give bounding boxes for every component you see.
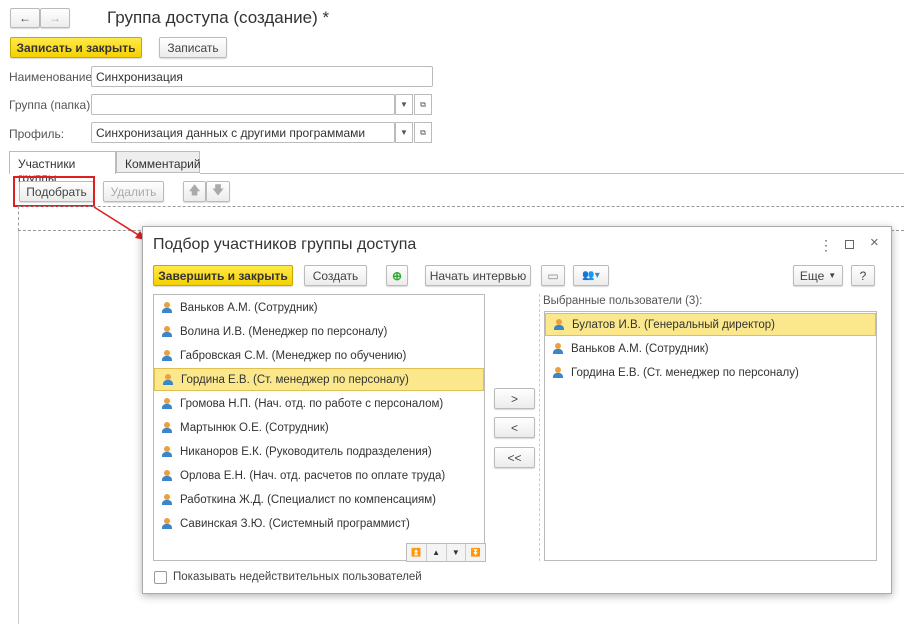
- list-item-label: Гордина Е.В. (Ст. менеджер по персоналу): [181, 373, 409, 386]
- list-item-label: Громова Н.П. (Нач. отд. по работе с перс…: [180, 397, 444, 410]
- list-item-label: Работкина Ж.Д. (Специалист по компенсаци…: [180, 493, 436, 506]
- user-icon: [162, 350, 172, 361]
- remove-all-button[interactable]: <<: [494, 447, 535, 468]
- list-item[interactable]: Мартынюк О.Е. (Сотрудник): [154, 416, 484, 439]
- help-button[interactable]: ?: [851, 265, 875, 286]
- scroll-last-button[interactable]: ⏬: [465, 544, 485, 561]
- list-item-label: Савинская З.Ю. (Системный программист): [180, 517, 410, 530]
- new-document-icon[interactable]: ⊕: [386, 265, 408, 286]
- dialog-title: Подбор участников группы доступа: [153, 236, 417, 253]
- list-item-label: Ваньков А.М. (Сотрудник): [180, 301, 318, 314]
- add-button[interactable]: >: [494, 388, 535, 409]
- user-icon: [163, 374, 173, 385]
- more-menu-icon[interactable]: ⋮: [819, 237, 833, 254]
- selected-users-label: Выбранные пользователи (3):: [543, 295, 703, 307]
- user-icon: [162, 326, 172, 337]
- list-item[interactable]: Булатов И.В. (Генеральный директор): [545, 313, 876, 336]
- list-item[interactable]: Савинская З.Ю. (Системный программист): [154, 512, 484, 535]
- user-icon: [162, 422, 172, 433]
- user-icon: [162, 302, 172, 313]
- user-icon: [162, 494, 172, 505]
- list-item[interactable]: Никаноров Е.К. (Руководитель подразделен…: [154, 440, 484, 463]
- list-item-label: Ваньков А.М. (Сотрудник): [571, 342, 709, 355]
- list-item[interactable]: Орлова Е.Н. (Нач. отд. расчетов по оплат…: [154, 464, 484, 487]
- user-icon: [553, 343, 563, 354]
- scroll-up-button[interactable]: ▲: [425, 544, 446, 561]
- more-button[interactable]: Еще ▼: [793, 265, 843, 286]
- maximize-icon[interactable]: [845, 240, 854, 249]
- list-item-label: Гордина Е.В. (Ст. менеджер по персоналу): [571, 366, 799, 379]
- list-nav: ⏫ ▲ ▼ ⏬: [406, 543, 486, 562]
- pick-dialog: Подбор участников группы доступа ⋮ × Зав…: [142, 226, 892, 594]
- more-label: Еще: [799, 268, 825, 283]
- list-item-label: Волина И.В. (Менеджер по персоналу): [180, 325, 388, 338]
- user-icon: [162, 518, 172, 529]
- finish-close-button[interactable]: Завершить и закрыть: [153, 265, 293, 286]
- user-icon: [553, 367, 563, 378]
- user-icon: [162, 470, 172, 481]
- list-item-label: Мартынюк О.Е. (Сотрудник): [180, 421, 329, 434]
- list-item[interactable]: Габровская С.М. (Менеджер по обучению): [154, 344, 484, 367]
- show-invalid-label: Показывать недействительных пользователе…: [173, 571, 422, 583]
- scroll-down-button[interactable]: ▼: [445, 544, 466, 561]
- list-item-label: Габровская С.М. (Менеджер по обучению): [180, 349, 407, 362]
- user-icon: [162, 398, 172, 409]
- create-button[interactable]: Создать: [304, 265, 367, 286]
- selected-users-list[interactable]: Булатов И.В. (Генеральный директор) Ваньк…: [544, 311, 877, 561]
- list-item[interactable]: Громова Н.П. (Нач. отд. по работе с перс…: [154, 392, 484, 415]
- close-icon[interactable]: ×: [870, 234, 879, 251]
- list-item[interactable]: Волина И.В. (Менеджер по персоналу): [154, 320, 484, 343]
- list-item[interactable]: Ваньков А.М. (Сотрудник): [154, 296, 484, 319]
- start-interview-button[interactable]: Начать интервью: [425, 265, 531, 286]
- chevron-down-icon: ▼: [828, 271, 837, 280]
- user-icon: [554, 319, 564, 330]
- list-item-label: Булатов И.В. (Генеральный директор): [572, 318, 776, 331]
- user-icon: [162, 446, 172, 457]
- add-users-icon[interactable]: 👥▾: [573, 265, 609, 286]
- list-item[interactable]: Гордина Е.В. (Ст. менеджер по персоналу): [545, 361, 876, 384]
- list-item[interactable]: Ваньков А.М. (Сотрудник): [545, 337, 876, 360]
- list-item-label: Орлова Е.Н. (Нач. отд. расчетов по оплат…: [180, 469, 446, 482]
- available-users-list[interactable]: Ваньков А.М. (Сотрудник) Волина И.В. (Мен…: [153, 294, 485, 561]
- show-invalid-checkbox[interactable]: [154, 571, 167, 584]
- comment-icon[interactable]: ▭: [541, 265, 565, 286]
- list-item[interactable]: Работкина Ж.Д. (Специалист по компенсаци…: [154, 488, 484, 511]
- divider: [539, 294, 540, 561]
- scroll-first-button[interactable]: ⏫: [407, 544, 426, 561]
- list-item[interactable]: Гордина Е.В. (Ст. менеджер по персоналу): [154, 368, 484, 391]
- remove-button[interactable]: <: [494, 417, 535, 438]
- list-item-label: Никаноров Е.К. (Руководитель подразделен…: [180, 445, 432, 458]
